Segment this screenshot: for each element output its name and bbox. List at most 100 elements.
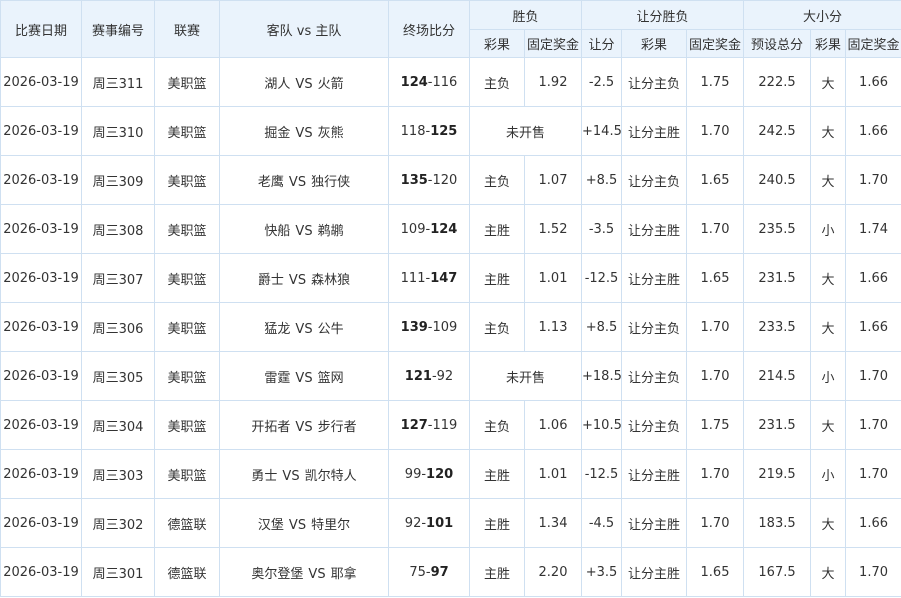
cell-preset-total: 240.5: [743, 155, 812, 205]
cell-hc-odds: 1.75: [686, 400, 745, 450]
cell-preset-total: 235.5: [743, 204, 812, 254]
cell-ou-odds: 1.70: [845, 155, 901, 205]
cell-date: 2026-03-19: [0, 547, 82, 597]
home-team: 公牛: [317, 321, 344, 337]
home-score: 147: [430, 270, 458, 286]
cell-handicap: +8.5: [581, 302, 623, 352]
cell-final-score: 99-120: [388, 449, 470, 499]
cell-wl-result: 主负: [469, 302, 525, 352]
away-team: 勇士: [251, 468, 278, 484]
cell-match-no: 周三302: [81, 498, 155, 548]
cell-match-no: 周三306: [81, 302, 155, 352]
header-teams: 客队 vs 主队: [219, 0, 389, 58]
cell-handicap: -3.5: [581, 204, 623, 254]
cell-hc-odds: 1.70: [686, 302, 745, 352]
cell-teams: 开拓者 VS 步行者: [219, 400, 389, 450]
home-score: 92: [436, 368, 454, 384]
cell-wl-odds: 2.20: [523, 547, 583, 597]
cell-wl-result: 主负: [469, 155, 525, 205]
cell-final-score: 127-119: [388, 400, 470, 450]
vs-label: VS: [288, 517, 307, 533]
home-score: 97: [430, 564, 449, 580]
table-row: 2026-03-19 周三304 美职篮 开拓者 VS 步行者 127-119 主负…: [0, 400, 901, 450]
cell-wl-result: 主胜: [469, 204, 525, 254]
cell-wl-odds: 1.52: [523, 204, 583, 254]
results-body: 2026-03-19 周三311 美职篮 湖人 VS 火箭 124-116 主负 1…: [0, 57, 901, 597]
cell-preset-total: 222.5: [743, 57, 812, 107]
cell-match-no: 周三310: [81, 106, 155, 156]
cell-match-no: 周三304: [81, 400, 155, 450]
vs-label: VS: [295, 76, 313, 92]
home-score: 101: [426, 515, 454, 531]
cell-hc-odds: 1.70: [686, 106, 745, 156]
cell-date: 2026-03-19: [0, 351, 82, 401]
cell-ou-result: 大: [810, 253, 847, 303]
cell-final-score: 118-125: [388, 106, 470, 156]
cell-hc-result: 让分主负: [621, 155, 688, 205]
table-row: 2026-03-19 周三306 美职篮 猛龙 VS 公牛 139-109 主负 1…: [0, 302, 901, 352]
subheader-handicap: 让分: [581, 29, 623, 58]
cell-league: 美职篮: [154, 204, 220, 254]
cell-ou-result: 大: [810, 547, 847, 597]
cell-ou-odds: 1.70: [845, 400, 901, 450]
header-date: 比赛日期: [0, 0, 82, 58]
cell-teams: 湖人 VS 火箭: [219, 57, 389, 107]
subheader-ou-odds: 固定奖金: [845, 29, 901, 58]
away-team: 快船: [264, 223, 291, 239]
table-row: 2026-03-19 周三310 美职篮 掘金 VS 灰熊 118-125 未开售 …: [0, 106, 901, 156]
cell-match-no: 周三307: [81, 253, 155, 303]
cell-handicap: +8.5: [581, 155, 623, 205]
cell-teams: 汉堡 VS 特里尔: [219, 498, 389, 548]
table-row: 2026-03-19 周三309 美职篮 老鹰 VS 独行侠 135-120 主负 …: [0, 155, 901, 205]
away-team: 猛龙: [264, 321, 291, 337]
cell-preset-total: 242.5: [743, 106, 812, 156]
home-team: 独行侠: [311, 174, 351, 190]
cell-ou-odds: 1.70: [845, 449, 901, 499]
cell-preset-total: 219.5: [743, 449, 812, 499]
vs-label: VS: [295, 125, 313, 141]
table-row: 2026-03-19 周三305 美职篮 雷霆 VS 篮网 121-92 未开售 +…: [0, 351, 901, 401]
subheader-hc-odds: 固定奖金: [686, 29, 745, 58]
table-row: 2026-03-19 周三308 美职篮 快船 VS 鹈鹕 109-124 主胜 1…: [0, 204, 901, 254]
cell-ou-result: 大: [810, 498, 847, 548]
header-over-under: 大小分: [743, 0, 901, 30]
cell-wl-result: 主胜: [469, 498, 525, 548]
cell-match-no: 周三308: [81, 204, 155, 254]
cell-date: 2026-03-19: [0, 253, 82, 303]
cell-preset-total: 231.5: [743, 253, 812, 303]
away-score: 135: [400, 172, 428, 188]
cell-teams: 猛龙 VS 公牛: [219, 302, 389, 352]
cell-wl-odds: 1.01: [523, 253, 583, 303]
cell-date: 2026-03-19: [0, 400, 82, 450]
home-score: 120: [432, 172, 458, 188]
home-team: 灰熊: [317, 125, 344, 141]
cell-wl-result: 主胜: [469, 547, 525, 597]
cell-handicap: -12.5: [581, 449, 623, 499]
cell-teams: 快船 VS 鹈鹕: [219, 204, 389, 254]
cell-wl-odds: 1.92: [523, 57, 583, 107]
cell-hc-result: 让分主胜: [621, 547, 688, 597]
table-row: 2026-03-19 周三301 德篮联 奥尔登堡 VS 耶拿 75-97 主胜 2…: [0, 547, 901, 597]
cell-hc-odds: 1.70: [686, 204, 745, 254]
cell-final-score: 121-92: [388, 351, 470, 401]
cell-handicap: +10.5: [581, 400, 623, 450]
cell-ou-result: 大: [810, 155, 847, 205]
cell-league: 美职篮: [154, 449, 220, 499]
cell-hc-odds: 1.65: [686, 155, 745, 205]
away-team: 湖人: [264, 76, 291, 92]
cell-wl-result: 主胜: [469, 253, 525, 303]
cell-ou-result: 大: [810, 400, 847, 450]
table-row: 2026-03-19 周三302 德篮联 汉堡 VS 特里尔 92-101 主胜 1…: [0, 498, 901, 548]
cell-ou-odds: 1.66: [845, 498, 901, 548]
cell-preset-total: 167.5: [743, 547, 812, 597]
cell-date: 2026-03-19: [0, 155, 82, 205]
cell-match-no: 周三305: [81, 351, 155, 401]
away-score: 111: [400, 270, 426, 286]
cell-teams: 雷霆 VS 篮网: [219, 351, 389, 401]
vs-label: VS: [288, 272, 307, 288]
cell-match-no: 周三303: [81, 449, 155, 499]
vs-label: VS: [282, 468, 300, 484]
cell-match-no: 周三309: [81, 155, 155, 205]
subheader-wl-result: 彩果: [469, 29, 525, 58]
cell-league: 美职篮: [154, 155, 220, 205]
